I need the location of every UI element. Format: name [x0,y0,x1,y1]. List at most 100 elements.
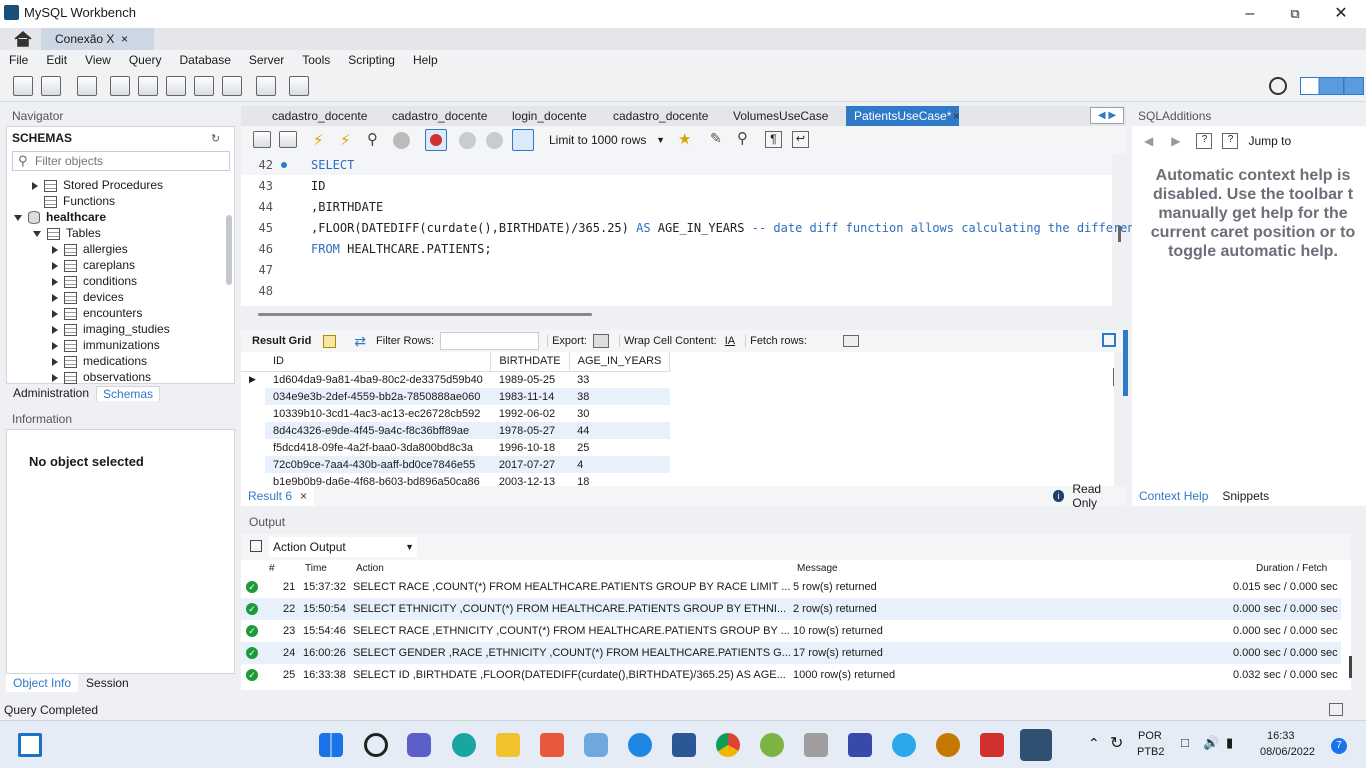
language-indicator[interactable]: POR [1138,730,1162,742]
table-row[interactable]: 10339b10-3cd1-4ac3-ac13-ec26728cb592 1992… [241,405,670,422]
query-tab-cadastro-docente-3[interactable]: cadastro_docente [613,106,708,126]
teams-chat-icon[interactable] [407,733,431,757]
menu-query[interactable]: Query [120,50,171,70]
beautify-icon[interactable]: ✎ [710,130,722,147]
query-tab-close-icon[interactable]: × [953,106,965,126]
menu-scripting[interactable]: Scripting [339,50,404,70]
navigator-scrollbar[interactable] [226,215,232,285]
back-arrow-icon[interactable]: ◀ [1144,134,1153,148]
word-wrap-icon[interactable]: ↩ [792,131,809,148]
menu-server[interactable]: Server [240,50,293,70]
collapse-arrow-icon[interactable] [33,230,41,237]
create-function-icon[interactable] [222,76,242,96]
open-sql-script-icon[interactable] [41,76,61,96]
tree-table-imaging-studies[interactable]: imaging_studies [52,321,170,337]
panel-layout-toggle-icon[interactable] [1300,77,1364,95]
menu-database[interactable]: Database [171,50,240,70]
edge-browser-icon[interactable] [452,733,476,757]
create-procedure-icon[interactable] [194,76,214,96]
result-grid-icon[interactable] [323,334,337,348]
menu-tools[interactable]: Tools [293,50,339,70]
action-output-select[interactable]: Action Output ▼ [269,537,417,557]
task-view-icon[interactable] [18,733,42,757]
query-tab-cadastro-docente-2[interactable]: cadastro_docente [392,106,487,126]
clock-date[interactable]: 08/06/2022 [1260,746,1315,758]
explain-icon[interactable]: ⚲ [367,130,378,148]
execute-current-icon[interactable]: ⚡ [340,131,351,149]
sql-editor[interactable]: 42 SELECT 43 ID 44 ,BIRTHDATE 45 ,FLOOR(… [241,154,1135,306]
volume-icon[interactable]: 🔊 [1203,735,1219,751]
result-side-tab-indicator[interactable] [1123,330,1128,396]
forward-arrow-icon[interactable]: ▶ [1171,134,1180,148]
output-scrollbar[interactable] [1349,656,1352,678]
printer-icon[interactable] [804,733,828,757]
expand-arrow-icon[interactable] [52,261,58,270]
tree-table-observations[interactable]: observations [52,369,151,385]
result-grid[interactable]: ID BIRTHDATE AGE_IN_YEARS ▶ 1d604da9-9a81… [241,352,1114,486]
open-file-icon[interactable] [253,131,271,148]
output-row[interactable]: ✓ 21 15:37:32 SELECT RACE ,COUNT(*) FROM… [241,576,1341,598]
table-row[interactable]: ▶ 1d604da9-9a81-4ba9-80c2-de3375d59b40 198… [241,371,670,388]
output-row[interactable]: ✓ 22 15:50:54 SELECT ETHNICITY ,COUNT(*)… [241,598,1341,620]
status-panel-icon[interactable] [1329,703,1343,716]
query-tab-login-docente[interactable]: login_docente [512,106,587,126]
stop-icon[interactable] [393,132,410,149]
save-icon[interactable] [279,131,297,148]
autocommit-icon[interactable] [512,129,534,151]
tab-context-help[interactable]: Context Help [1132,486,1216,506]
copy-output-icon[interactable] [250,540,262,552]
tray-chevron-up-icon[interactable]: ⌃ [1088,735,1100,752]
tree-functions[interactable]: Functions [44,193,115,209]
home-tab[interactable] [4,28,38,50]
tab-administration[interactable]: Administration [6,386,96,400]
auto-help-icon[interactable]: ? [1222,133,1239,149]
create-view-icon[interactable] [166,76,186,96]
expand-arrow-icon[interactable] [52,357,58,366]
new-sql-tab-icon[interactable] [13,76,33,96]
menu-view[interactable]: View [76,50,120,70]
expand-arrow-icon[interactable] [52,245,58,254]
connection-tab[interactable]: Conexão X × [41,28,154,50]
word-icon[interactable] [672,733,696,757]
collapse-arrow-icon[interactable] [14,214,22,221]
tab-object-info[interactable]: Object Info [6,674,79,692]
tree-stored-procedures[interactable]: Stored Procedures [32,177,163,193]
expand-arrow-icon[interactable] [52,293,58,302]
search-icon[interactable] [364,733,388,757]
table-row[interactable]: b1e9b0b9-da6e-4f68-b603-bd896a50ca86 2003… [241,473,670,487]
limit-rows-select[interactable]: Limit to 1000 rows ▼ [545,130,667,150]
connection-tab-close-icon[interactable]: × [121,28,128,50]
rollback-icon[interactable] [486,132,503,149]
expand-arrow-icon[interactable] [52,341,58,350]
add-snippet-star-icon[interactable]: ★ [678,130,691,148]
file-explorer-icon[interactable] [496,733,520,757]
table-row[interactable]: 034e9e3b-2def-4559-bb2a-7850888ae060 1983… [241,388,670,405]
office-app-icon[interactable] [540,733,564,757]
result-scrollbar[interactable] [1113,368,1114,386]
reconnect-icon[interactable] [289,76,309,96]
keyboard-layout[interactable]: PTB2 [1137,746,1165,758]
sync-icon[interactable]: ↻ [1110,733,1123,753]
menu-file[interactable]: File [0,50,37,70]
notification-badge[interactable]: 7 [1331,738,1347,754]
find-icon[interactable]: ⚲ [737,129,748,147]
column-header[interactable]: AGE_IN_YEARS [569,352,671,372]
settings-gear-icon[interactable] [1269,77,1287,95]
visual-app-icon[interactable] [848,733,872,757]
expand-arrow-icon[interactable] [52,277,58,286]
tree-schema-healthcare[interactable]: healthcare [14,209,106,225]
table-row[interactable]: 72c0b9ce-7aa4-430b-aaff-bd0ce7846e55 2017… [241,456,670,473]
close-icon[interactable]: ✕ [1331,4,1351,24]
filter-objects-input[interactable] [35,154,225,168]
output-row[interactable]: ✓ 25 16:33:38 SELECT ID ,BIRTHDATE ,FLOO… [241,664,1341,686]
refresh-schemas-icon[interactable]: ↻ [211,132,220,145]
network-icon[interactable]: □ [1181,735,1189,750]
expand-arrow-icon[interactable] [52,325,58,334]
filter-rows-input[interactable] [440,332,540,350]
expand-arrow-icon[interactable] [32,181,38,190]
inspector-icon[interactable] [77,76,97,96]
tree-table-conditions[interactable]: conditions [52,273,137,289]
column-header[interactable]: ID [265,352,492,372]
mysql-workbench-taskbar-icon[interactable] [1020,729,1052,761]
toggle-result-panel-icon[interactable] [1102,333,1116,347]
